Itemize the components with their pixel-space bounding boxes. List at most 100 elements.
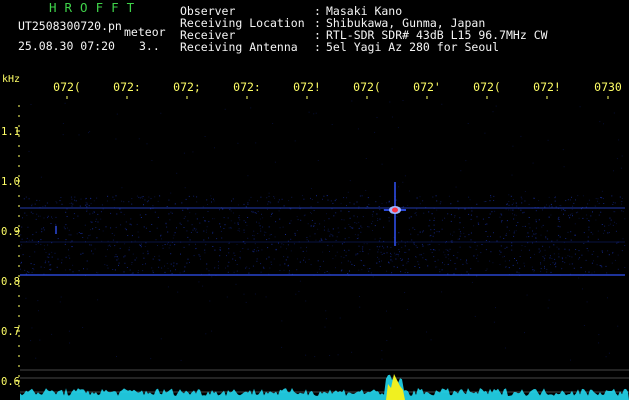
noise-speck	[319, 223, 321, 225]
noise-speck	[123, 256, 125, 258]
noise-speck	[121, 187, 123, 189]
noise-speck	[519, 267, 521, 269]
noise-speck	[136, 257, 138, 259]
spectrogram-plot: kHz 072(072: 072; 072: 072! 072(072' 072(072!…	[0, 72, 629, 400]
noise-speck	[551, 258, 553, 259]
noise-speck	[439, 271, 441, 273]
noise-speck	[459, 246, 461, 248]
noise-speck	[551, 240, 553, 242]
noise-speck	[347, 191, 349, 193]
noise-speck	[82, 327, 84, 328]
noise-speck	[578, 277, 580, 279]
noise-speck	[514, 214, 516, 216]
noise-speck	[43, 267, 45, 268]
noise-speck	[117, 258, 119, 260]
noise-speck	[32, 234, 34, 236]
noise-speck	[368, 270, 370, 272]
noise-speck	[271, 213, 272, 215]
noise-speck	[34, 203, 36, 205]
noise-speck	[295, 293, 297, 295]
noise-speck	[189, 262, 190, 263]
noise-speck	[30, 263, 32, 265]
y-tick-label: 1.1	[1, 126, 20, 138]
noise-speck	[116, 356, 117, 357]
noise-speck	[391, 260, 393, 262]
noise-speck	[388, 200, 390, 202]
noise-speck	[450, 203, 452, 205]
noise-speck	[125, 221, 127, 223]
noise-speck	[414, 212, 416, 214]
noise-speck	[255, 212, 257, 214]
noise-speck	[500, 251, 502, 253]
noise-speck	[361, 227, 363, 229]
noise-speck	[167, 286, 169, 288]
noise-speck	[436, 266, 438, 268]
noise-speck	[174, 232, 176, 234]
noise-speck	[204, 252, 206, 254]
noise-speck	[365, 158, 367, 159]
noise-speck	[114, 269, 116, 271]
noise-speck	[65, 269, 67, 271]
noise-speck	[609, 217, 611, 219]
noise-speck	[517, 222, 519, 223]
noise-speck	[381, 203, 383, 204]
noise-speck	[583, 243, 585, 244]
noise-speck	[353, 265, 355, 266]
noise-speck	[554, 263, 556, 265]
noise-speck	[152, 205, 154, 207]
noise-speck	[495, 105, 497, 107]
noise-speck	[269, 234, 271, 236]
noise-speck	[578, 217, 580, 219]
noise-speck	[317, 228, 319, 230]
noise-speck	[177, 291, 179, 293]
noise-speck	[97, 299, 99, 301]
noise-speck	[621, 203, 623, 205]
noise-speck	[140, 217, 142, 218]
noise-speck	[509, 260, 510, 262]
noise-speck	[531, 235, 533, 237]
noise-speck	[51, 333, 53, 335]
noise-speck	[112, 196, 114, 198]
noise-speck	[335, 198, 337, 200]
noise-speck	[601, 266, 603, 268]
noise-speck	[147, 200, 149, 202]
noise-speck	[323, 195, 325, 197]
noise-speck	[410, 233, 412, 235]
noise-speck	[189, 239, 191, 241]
noise-speck	[253, 230, 255, 232]
noise-speck	[51, 217, 53, 219]
noise-speck	[327, 230, 329, 232]
noise-speck	[332, 245, 333, 247]
noise-speck	[565, 257, 567, 259]
noise-speck	[275, 249, 277, 251]
noise-speck	[323, 260, 324, 262]
noise-speck	[236, 270, 238, 272]
noise-speck	[337, 354, 339, 356]
noise-speck	[570, 239, 572, 241]
noise-speck	[273, 196, 275, 198]
noise-speck	[119, 247, 121, 249]
noise-speck	[230, 220, 232, 222]
noise-speck	[222, 208, 224, 210]
noise-speck	[450, 233, 451, 235]
noise-speck	[129, 223, 131, 225]
noise-speck	[176, 263, 178, 265]
noise-speck	[223, 217, 225, 219]
noise-speck	[528, 236, 530, 238]
noise-speck	[95, 218, 97, 220]
noise-speck	[428, 211, 430, 213]
noise-speck	[23, 198, 25, 200]
noise-speck	[386, 340, 388, 341]
noise-speck	[71, 205, 73, 207]
noise-speck	[616, 158, 618, 160]
noise-speck	[310, 197, 311, 199]
noise-speck	[92, 253, 94, 255]
noise-speck	[358, 245, 360, 247]
noise-speck	[558, 234, 560, 236]
noise-speck	[277, 201, 279, 203]
noise-speck	[195, 248, 197, 250]
noise-speck	[80, 233, 82, 234]
noise-speck	[219, 223, 221, 225]
noise-speck	[315, 112, 317, 114]
noise-speck	[505, 266, 507, 268]
